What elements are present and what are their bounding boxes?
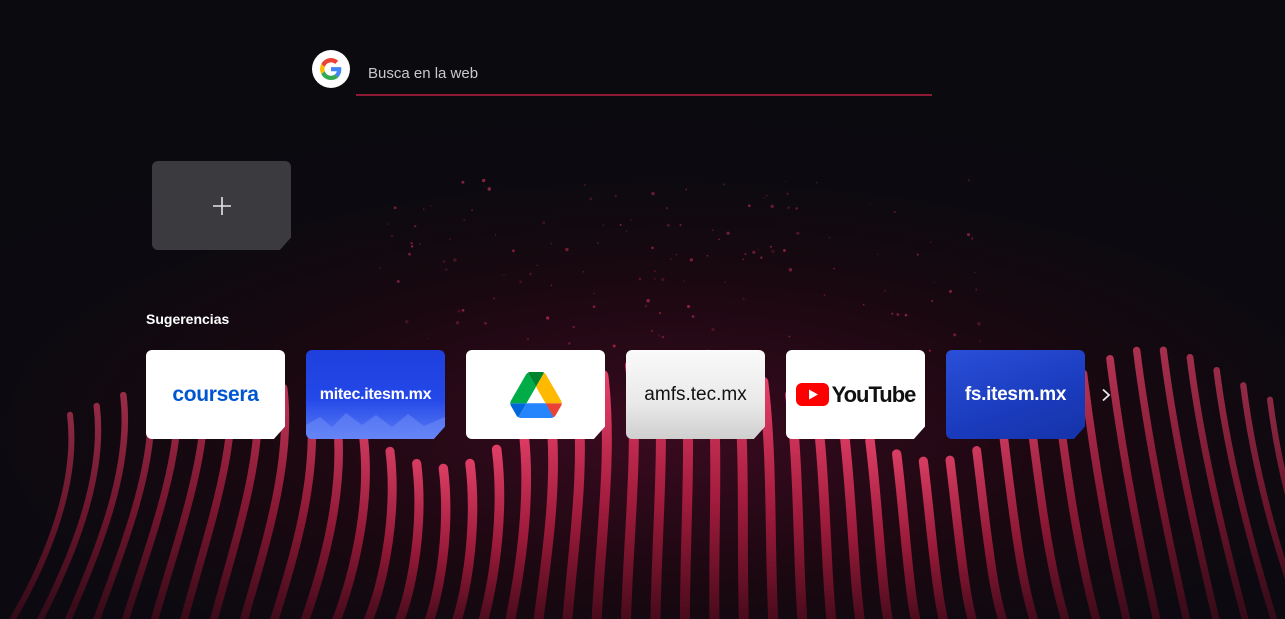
google-icon[interactable] — [312, 50, 350, 88]
youtube-icon — [795, 383, 829, 406]
amfs-logo-text: amfs.tec.mx — [644, 383, 747, 405]
mountain-pattern — [306, 413, 445, 439]
youtube-wordmark: YouTube — [831, 381, 917, 407]
fs-logo-text: fs.itesm.mx — [964, 383, 1067, 405]
suggestion-tile-fs[interactable]: fs.itesm.mx — [946, 350, 1085, 439]
suggestion-tile-amfs[interactable]: amfs.tec.mx — [626, 350, 765, 439]
suggestions-heading: Sugerencias — [146, 311, 230, 327]
search-input[interactable] — [356, 52, 932, 96]
suggestion-tile-mitec[interactable]: mitec.itesm.mx — [306, 350, 445, 439]
suggestion-tile-coursera[interactable]: coursera — [146, 350, 285, 439]
suggestion-tile-google-drive[interactable] — [466, 350, 605, 439]
chevron-right-icon — [1102, 388, 1111, 402]
mitec-logo-text: mitec.itesm.mx — [319, 385, 432, 403]
plus-icon — [212, 196, 231, 215]
suggestion-tile-youtube[interactable]: YouTube — [786, 350, 925, 439]
next-suggestions-button[interactable] — [1096, 384, 1116, 406]
coursera-logo-text: coursera — [172, 382, 259, 406]
add-speed-dial-button[interactable] — [152, 161, 291, 250]
google-drive-icon — [509, 371, 562, 418]
